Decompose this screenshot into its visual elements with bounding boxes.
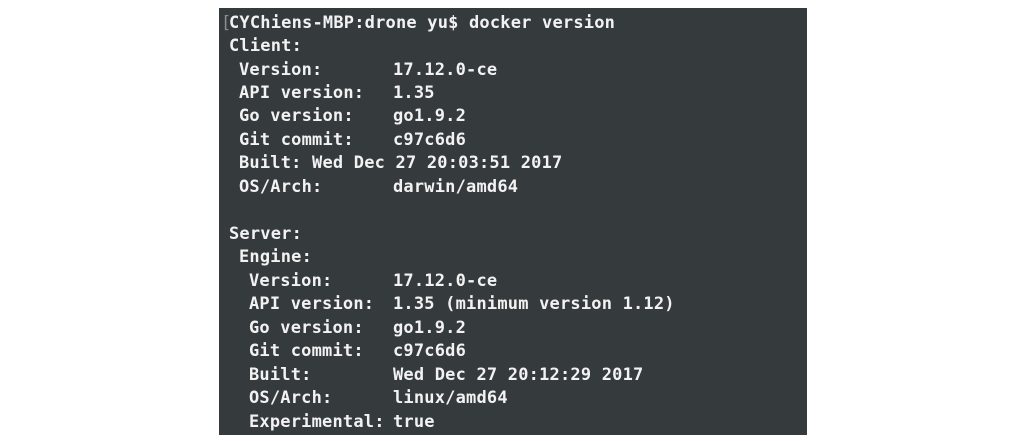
client-git-row: Git commit: c97c6d6 (219, 129, 466, 152)
terminal-window[interactable]: [ CYChiens-MBP:drone yu$ docker version … (219, 8, 807, 435)
client-api-label: API version: (239, 83, 365, 103)
client-version-value: 17.12.0-ce (393, 60, 498, 80)
client-os-value: darwin/amd64 (393, 177, 519, 197)
server-go-label: Go version: (249, 318, 364, 338)
server-experimental-value: true (393, 412, 435, 432)
client-header-text: Client: (229, 36, 303, 56)
server-go-value: go1.9.2 (393, 318, 467, 338)
server-header-text: Server: (229, 224, 303, 244)
prompt-command: CYChiens-MBP:drone yu$ docker version (229, 13, 616, 33)
server-api-label: API version: (249, 294, 375, 314)
server-version-row: Version: 17.12.0-ce (219, 270, 497, 293)
server-version-label: Version: (249, 271, 333, 291)
engine-header: Engine: (219, 246, 312, 269)
server-built-value: Wed Dec 27 20:12:29 2017 (393, 365, 644, 385)
server-git-value: c97c6d6 (393, 341, 467, 361)
server-built-label: Built: (249, 365, 312, 385)
server-header: Server: (219, 223, 302, 246)
client-git-label: Git commit: (239, 130, 354, 150)
engine-header-text: Engine: (239, 247, 313, 267)
client-go-row: Go version: go1.9.2 (219, 105, 466, 128)
server-git-label: Git commit: (249, 341, 364, 361)
client-built-text: Built: Wed Dec 27 20:03:51 2017 (239, 153, 563, 173)
client-go-label: Go version: (239, 106, 354, 126)
client-os-row: OS/Arch: darwin/amd64 (219, 176, 518, 199)
server-api-row: API version: 1.35 (minimum version 1.12) (219, 293, 675, 316)
client-built-row: Built: Wed Dec 27 20:03:51 2017 (219, 152, 562, 175)
client-os-label: OS/Arch: (239, 177, 323, 197)
client-header: Client: (219, 35, 302, 58)
server-go-row: Go version: go1.9.2 (219, 317, 466, 340)
server-os-value: linux/amd64 (393, 388, 508, 408)
server-api-value: 1.35 (minimum version 1.12) (393, 294, 675, 314)
server-experimental-label: Experimental: (249, 412, 385, 432)
server-os-row: OS/Arch: linux/amd64 (219, 387, 508, 410)
server-built-row: Built: Wed Dec 27 20:12:29 2017 (219, 364, 643, 387)
prompt-line: [ CYChiens-MBP:drone yu$ docker version (219, 12, 615, 35)
server-version-value: 17.12.0-ce (393, 271, 498, 291)
client-version-label: Version: (239, 60, 323, 80)
server-os-label: OS/Arch: (249, 388, 333, 408)
client-version-row: Version: 17.12.0-ce (219, 59, 497, 82)
client-api-row: API version: 1.35 (219, 82, 435, 105)
server-experimental-row: Experimental: true (219, 411, 435, 434)
client-git-value: c97c6d6 (393, 130, 467, 150)
server-git-row: Git commit: c97c6d6 (219, 340, 466, 363)
client-go-value: go1.9.2 (393, 106, 467, 126)
client-api-value: 1.35 (393, 83, 435, 103)
